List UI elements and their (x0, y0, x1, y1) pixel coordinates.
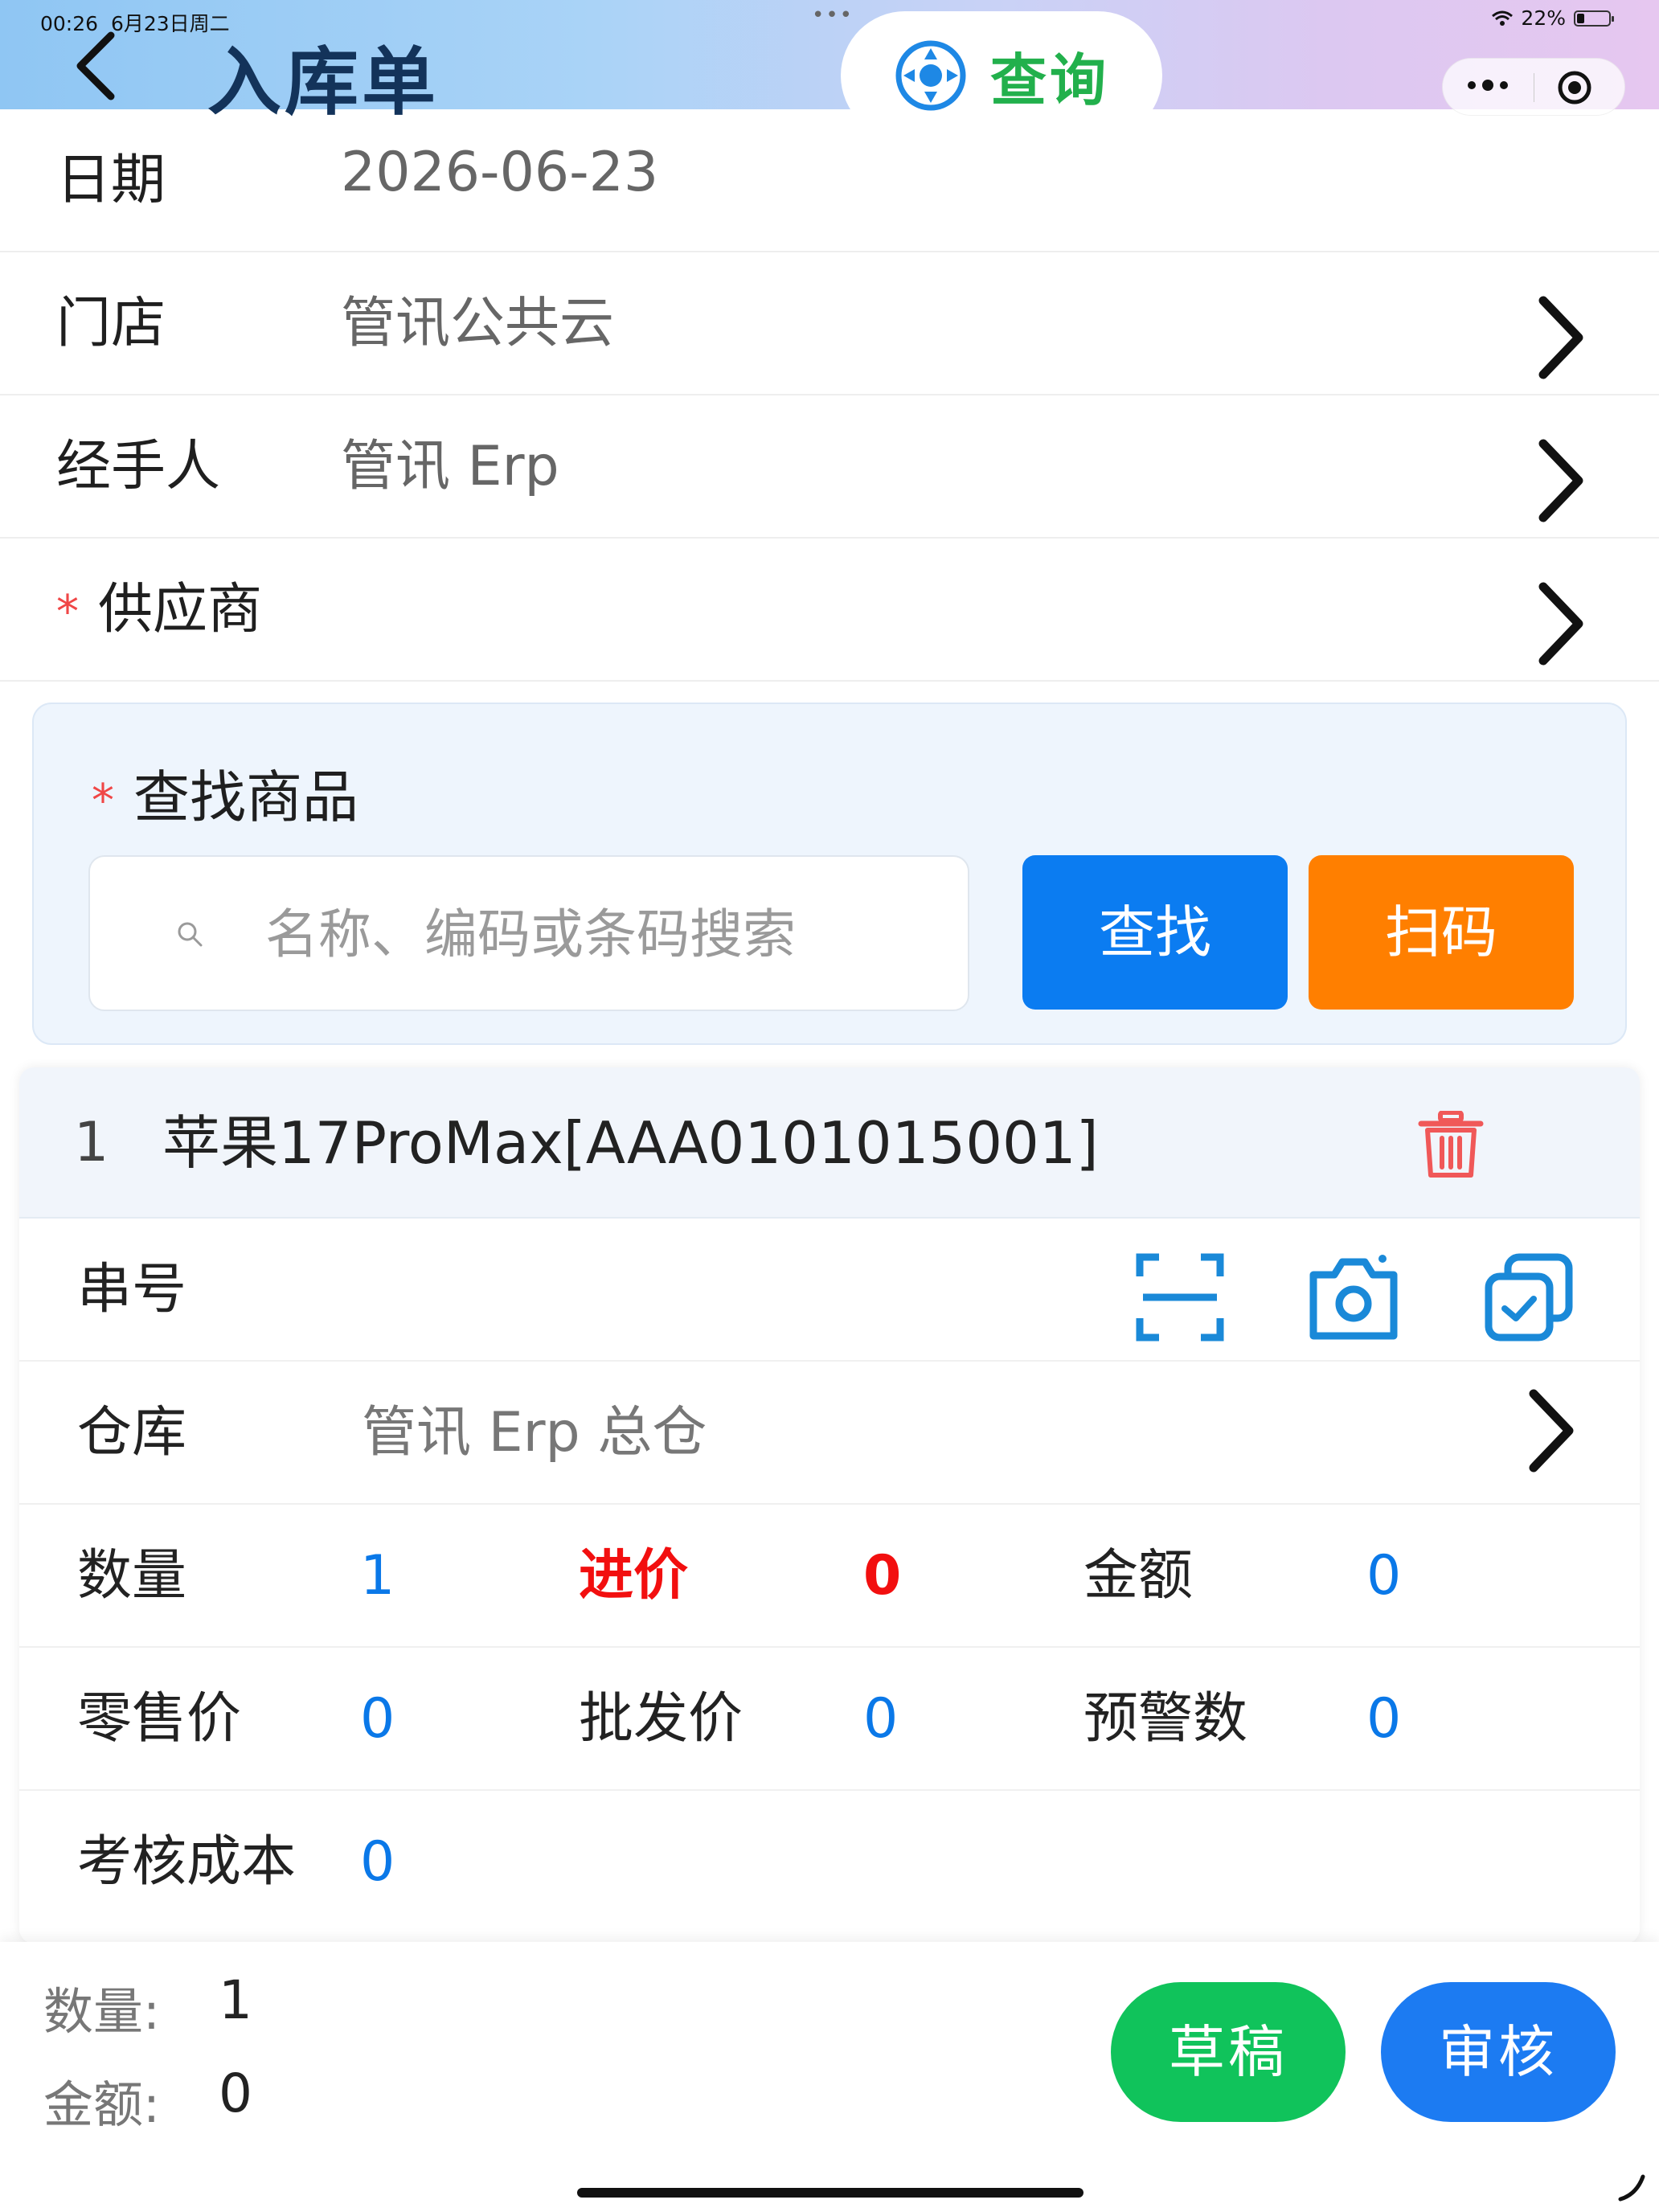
search-title: 查找商品 (133, 764, 358, 830)
serial-label: 串号 (77, 1258, 187, 1321)
date-label: 日期 (56, 149, 166, 212)
product-search-card: * 查找商品 名称、编码或条码搜索 查找 扫码 (32, 703, 1627, 1045)
supplier-row[interactable]: * 供应商 (0, 539, 1659, 682)
required-mark: * (92, 775, 114, 828)
assess-value[interactable]: 0 (360, 1791, 395, 1934)
item-name: 苹果17ProMax[AAA0101015001] (162, 1109, 1099, 1177)
total-amount-value: 0 (219, 2062, 252, 2124)
search-icon (178, 922, 203, 947)
item-card: 1 苹果17ProMax[AAA0101015001] 串号 仓库 管讯 Erp… (19, 1067, 1640, 1944)
item-header: 1 苹果17ProMax[AAA0101015001] (19, 1067, 1640, 1219)
mini-program-capsule (1442, 58, 1625, 116)
qty-label: 数量 (77, 1544, 187, 1608)
product-search-input[interactable]: 名称、编码或条码搜索 (88, 855, 969, 1011)
qty-price-row: 数量 1 进价 0 金额 0 (19, 1505, 1640, 1648)
find-button[interactable]: 查找 (1022, 855, 1288, 1010)
total-qty-value: 1 (219, 1969, 252, 2031)
nav-bar: 00:26 6月23日周二 ••• 22% 入库单 (0, 0, 1659, 125)
status-indicators: 22% (1492, 6, 1614, 30)
navigator-icon (895, 40, 966, 111)
chevron-right-icon[interactable] (1534, 293, 1587, 383)
supplier-label-group: * 供应商 (56, 539, 262, 682)
warehouse-row[interactable]: 仓库 管讯 Erp 总仓 (19, 1362, 1640, 1505)
date-row[interactable]: 日期 2026-06-23 (0, 109, 1659, 252)
warehouse-value: 管讯 Erp 总仓 (362, 1401, 707, 1464)
cost-label: 进价 (579, 1544, 689, 1608)
query-label: 查询 (990, 47, 1109, 113)
retail-value[interactable]: 0 (360, 1648, 395, 1791)
home-indicator[interactable] (577, 2188, 1083, 2198)
battery-icon (1574, 10, 1614, 27)
wholesale-value[interactable]: 0 (863, 1648, 898, 1791)
total-amount-label: 金额: (43, 2075, 160, 2134)
date-value[interactable]: 2026-06-23 (341, 101, 658, 244)
alert-value[interactable]: 0 (1366, 1648, 1401, 1791)
amount-label: 金额 (1083, 1544, 1194, 1608)
store-value: 管讯公共云 (341, 292, 615, 355)
chevron-right-icon[interactable] (1524, 1386, 1577, 1476)
battery-percent: 22% (1521, 6, 1566, 30)
chevron-right-icon[interactable] (1534, 579, 1587, 669)
alert-label: 预警数 (1083, 1687, 1248, 1751)
retail-price-row: 零售价 0 批发价 0 预警数 0 (19, 1648, 1640, 1791)
audit-button[interactable]: 审核 (1381, 1982, 1616, 2122)
draft-button[interactable]: 草稿 (1111, 1982, 1346, 2122)
handler-row[interactable]: 经手人 管讯 Erp (0, 395, 1659, 539)
assess-cost-row: 考核成本 0 (19, 1791, 1640, 1934)
search-placeholder: 名称、编码或条码搜索 (265, 903, 796, 965)
qty-value[interactable]: 1 (360, 1505, 395, 1648)
handler-label: 经手人 (56, 435, 221, 498)
resize-handle-icon[interactable] (1617, 2173, 1646, 2202)
serial-row: 串号 (19, 1219, 1640, 1362)
more-icon[interactable] (1464, 73, 1512, 97)
handler-value: 管讯 Erp (341, 435, 559, 498)
wholesale-label: 批发价 (579, 1687, 743, 1751)
multitask-dots-icon[interactable]: ••• (812, 3, 854, 27)
copy-check-icon[interactable] (1484, 1252, 1574, 1342)
amount-value[interactable]: 0 (1366, 1505, 1401, 1648)
supplier-label: 供应商 (98, 578, 263, 641)
target-icon[interactable] (1557, 70, 1592, 105)
scan-frame-icon[interactable] (1135, 1252, 1225, 1342)
warehouse-label: 仓库 (77, 1401, 187, 1464)
back-icon[interactable] (64, 24, 129, 113)
cost-value[interactable]: 0 (863, 1505, 901, 1648)
store-label: 门店 (56, 292, 166, 355)
chevron-right-icon[interactable] (1534, 436, 1587, 526)
store-row[interactable]: 门店 管讯公共云 (0, 252, 1659, 395)
item-index: 1 (74, 1111, 109, 1174)
required-mark: * (56, 586, 79, 639)
scan-button[interactable]: 扫码 (1309, 855, 1574, 1010)
total-qty-label: 数量: (43, 1982, 160, 2041)
camera-icon[interactable] (1309, 1252, 1399, 1342)
trash-icon[interactable] (1418, 1111, 1484, 1180)
assess-label: 考核成本 (77, 1830, 297, 1894)
wifi-icon (1492, 10, 1514, 26)
search-title-group: * 查找商品 (92, 752, 358, 834)
retail-label: 零售价 (77, 1687, 242, 1751)
